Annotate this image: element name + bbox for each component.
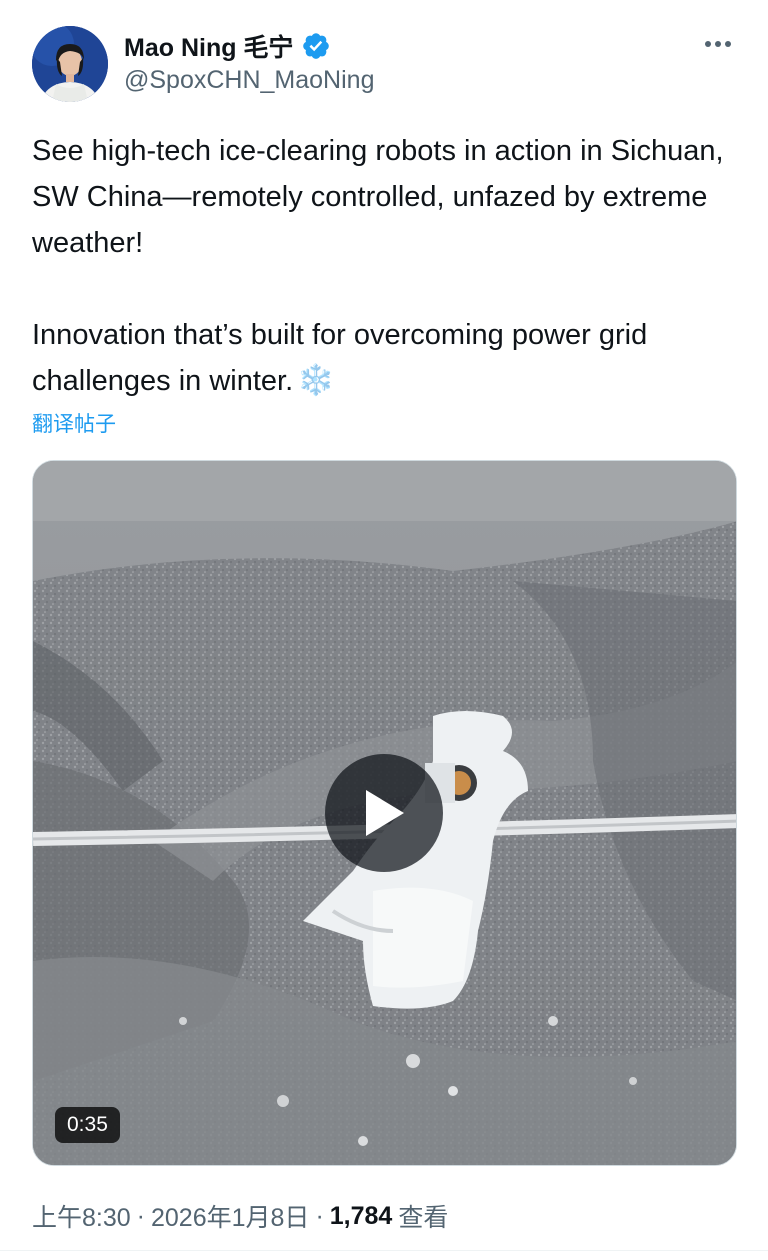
- author-handle[interactable]: @SpoxCHN_MaoNing: [124, 66, 374, 95]
- more-options-button[interactable]: [702, 30, 734, 58]
- divider: [0, 1250, 768, 1251]
- avatar-image: [32, 26, 108, 102]
- post-paragraph-2: Innovation that’s built for overcoming p…: [32, 312, 738, 404]
- post-paragraph-2-text: Innovation that’s built for overcoming p…: [32, 319, 648, 397]
- post-text: See high-tech ice-clearing robots in act…: [32, 128, 738, 404]
- translate-post-link[interactable]: 翻译帖子: [32, 408, 116, 438]
- post-date[interactable]: 2026年1月8日: [151, 1198, 309, 1234]
- post-paragraph-1: See high-tech ice-clearing robots in act…: [32, 135, 724, 259]
- author-avatar[interactable]: [32, 26, 108, 102]
- meta-separator: ·: [136, 1201, 145, 1230]
- author-display-name[interactable]: Mao Ning 毛宁: [124, 28, 293, 64]
- author-name-row[interactable]: Mao Ning 毛宁: [124, 28, 331, 64]
- snowflake-emoji: ❄️: [297, 364, 335, 397]
- view-count-label: 查看: [398, 1204, 449, 1232]
- post-time[interactable]: 上午8:30: [32, 1198, 131, 1234]
- view-count: 1,784: [329, 1201, 393, 1230]
- play-icon: [366, 790, 404, 836]
- video-duration-badge: 0:35: [55, 1107, 120, 1143]
- verified-badge-icon: [301, 31, 331, 61]
- more-horizontal-icon: [705, 41, 731, 47]
- post-meta: 上午8:30 · 2026年1月8日 · 1,784 查看: [32, 1198, 448, 1234]
- post-card: Mao Ning 毛宁 @SpoxCHN_MaoNing See high-te…: [0, 0, 768, 1260]
- play-button[interactable]: [325, 754, 443, 872]
- meta-separator: ·: [315, 1201, 324, 1230]
- video-player[interactable]: 0:35: [32, 460, 737, 1166]
